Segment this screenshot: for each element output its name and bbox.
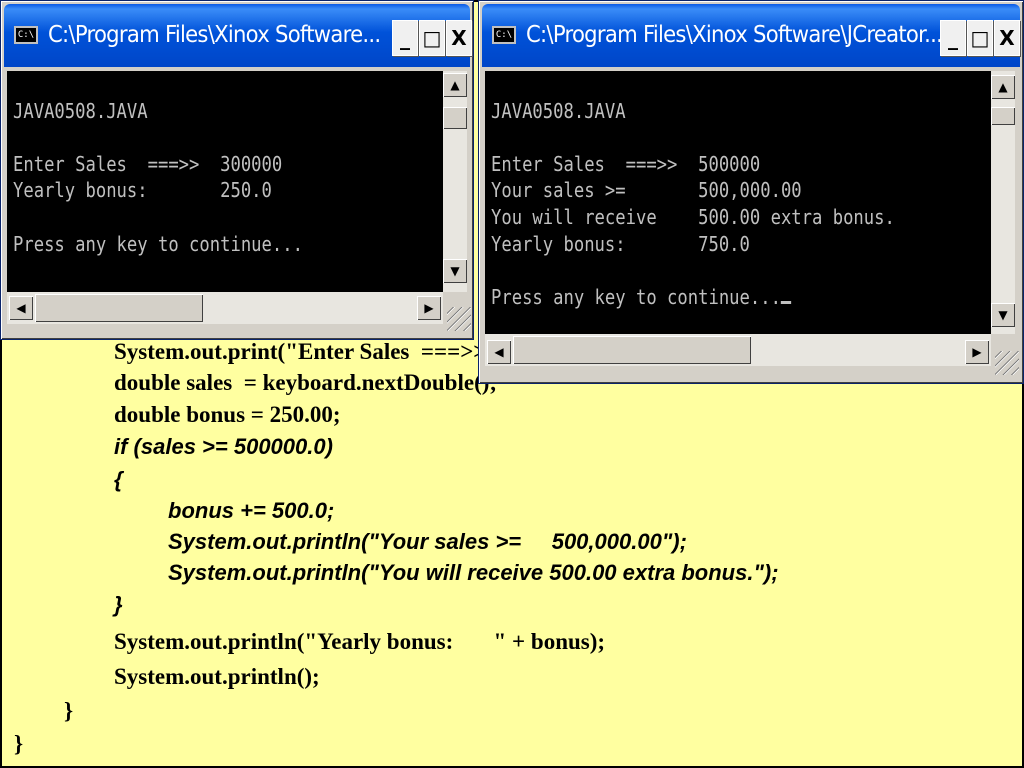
- code-line: }: [64, 698, 74, 723]
- console-output[interactable]: JAVA0508.JAVA Enter Sales ===>> 500000 Y…: [485, 71, 991, 334]
- scroll-down-icon[interactable]: ▼: [443, 259, 467, 283]
- console-line: You will receive 500.00 extra bonus.: [491, 204, 895, 229]
- code-line-highlight: {: [114, 467, 123, 492]
- vertical-scrollbar[interactable]: ▲ ▼: [991, 71, 1015, 334]
- code-line-highlight: System.out.println("Your sales >= 500,00…: [168, 529, 687, 554]
- close-button[interactable]: X: [994, 20, 1020, 56]
- title-bar[interactable]: C:\ C:\Program Files\Xinox Software... _…: [4, 4, 472, 67]
- scroll-thumb[interactable]: [443, 107, 467, 129]
- close-button[interactable]: X: [446, 20, 472, 56]
- horizontal-scrollbar[interactable]: ◀ ▶: [485, 334, 991, 366]
- console-icon[interactable]: C:\: [14, 26, 38, 44]
- code-line: System.out.println();: [114, 664, 320, 689]
- vertical-scrollbar[interactable]: ▲ ▼: [443, 71, 467, 292]
- text-cursor: [780, 300, 792, 304]
- console-line: Enter Sales ===>> 300000: [13, 151, 283, 176]
- console-line: Press any key to continue...: [491, 284, 781, 309]
- console-window-1[interactable]: C:\ C:\Program Files\Xinox Software... _…: [0, 0, 474, 340]
- scroll-left-icon[interactable]: ◀: [487, 340, 511, 364]
- code-line-highlight: if (sales >= 500000.0): [114, 434, 333, 459]
- code-line: System.out.println("Yearly bonus: " + bo…: [114, 629, 606, 654]
- console-line: Your sales >= 500,000.00: [491, 178, 802, 203]
- code-line-highlight: bonus += 500.0;: [168, 498, 335, 523]
- title-bar[interactable]: C:\ C:\Program Files\Xinox Software\JCre…: [482, 4, 1020, 67]
- maximize-button[interactable]: □: [967, 20, 993, 56]
- console-output[interactable]: JAVA0508.JAVA Enter Sales ===>> 300000 Y…: [7, 71, 443, 292]
- minimize-button[interactable]: _: [940, 20, 966, 56]
- horizontal-scrollbar[interactable]: ◀ ▶: [7, 292, 443, 324]
- console-line: JAVA0508.JAVA: [491, 98, 626, 123]
- minimize-button[interactable]: _: [392, 20, 418, 56]
- code-line-highlight: }: [114, 592, 123, 617]
- console-window-2[interactable]: C:\ C:\Program Files\Xinox Software\JCre…: [478, 0, 1024, 384]
- console-line: Yearly bonus: 250.0: [13, 178, 272, 203]
- code-line-highlight: System.out.println("You will receive 500…: [168, 560, 779, 585]
- scroll-thumb[interactable]: [513, 336, 751, 364]
- code-line: }: [14, 731, 24, 756]
- console-line: Press any key to continue...: [13, 231, 303, 256]
- window-title: C:\Program Files\Xinox Software\JCreator…: [526, 22, 943, 48]
- resize-grip-icon[interactable]: [995, 351, 1019, 375]
- maximize-button[interactable]: □: [419, 20, 445, 56]
- console-line: Yearly bonus: 750.0: [491, 231, 750, 256]
- code-line: System.out.print("Enter Sales ===>> ");: [114, 339, 526, 364]
- console-text: JAVA0508.JAVA Enter Sales ===>> 300000 Y…: [13, 71, 303, 257]
- console-icon[interactable]: C:\: [492, 26, 516, 44]
- console-line: JAVA0508.JAVA: [13, 98, 148, 123]
- scroll-right-icon[interactable]: ▶: [965, 340, 989, 364]
- scroll-thumb[interactable]: [35, 294, 203, 322]
- console-line: Enter Sales ===>> 500000: [491, 151, 761, 176]
- window-title: C:\Program Files\Xinox Software...: [48, 22, 381, 48]
- scroll-down-icon[interactable]: ▼: [991, 303, 1015, 327]
- scroll-up-icon[interactable]: ▲: [991, 75, 1015, 99]
- scroll-up-icon[interactable]: ▲: [443, 73, 467, 97]
- resize-grip-icon[interactable]: [447, 307, 471, 331]
- scroll-thumb[interactable]: [991, 107, 1015, 125]
- console-text: JAVA0508.JAVA Enter Sales ===>> 500000 Y…: [491, 71, 895, 310]
- scroll-left-icon[interactable]: ◀: [9, 296, 33, 320]
- scroll-right-icon[interactable]: ▶: [417, 296, 441, 320]
- code-line: double sales = keyboard.nextDouble();: [114, 370, 498, 395]
- code-line: double bonus = 250.00;: [114, 402, 341, 427]
